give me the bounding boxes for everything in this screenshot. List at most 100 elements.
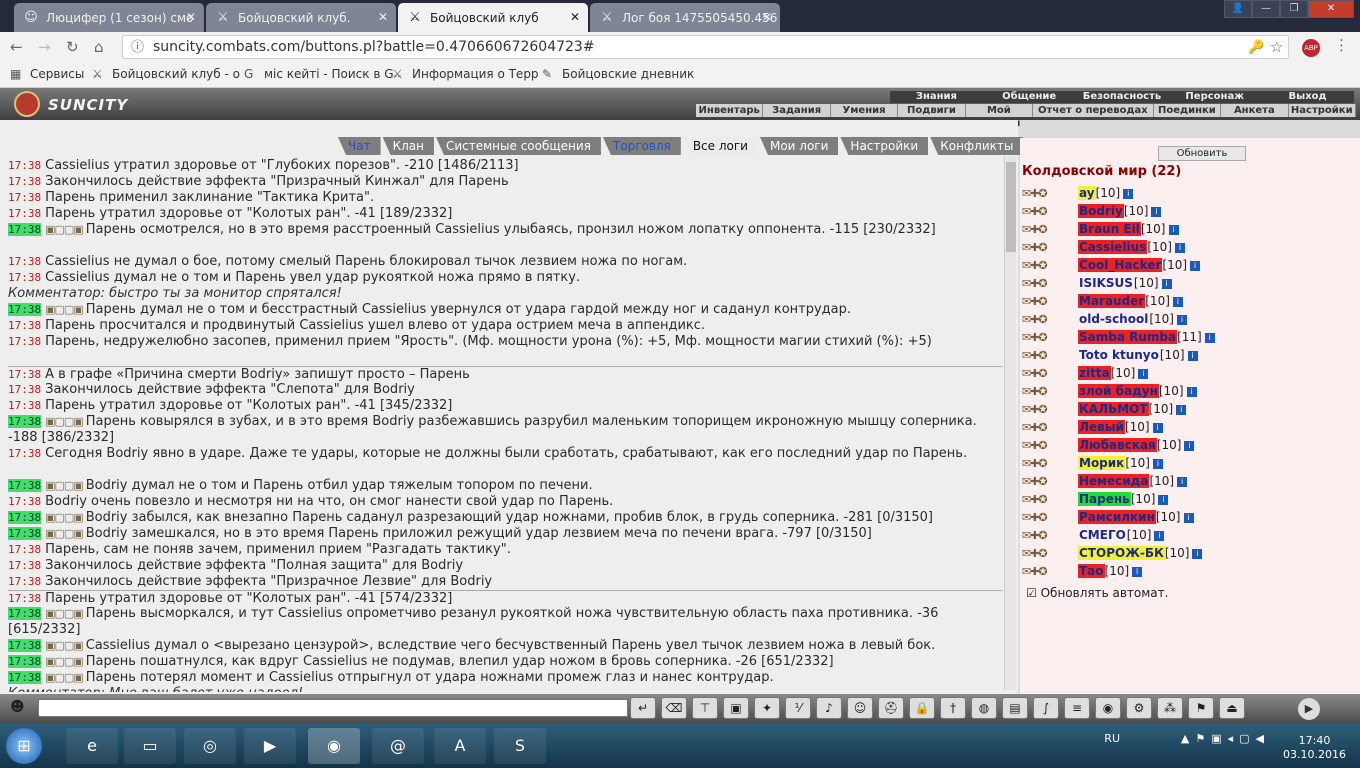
user-row[interactable]: ✉✚✪ злой бадун[10] i [1022, 382, 1358, 400]
submenu-feats[interactable]: Подвиги [898, 104, 966, 117]
bookmark-search[interactable]: Gміс кейті - Поиск в G [244, 67, 394, 81]
smile-icon[interactable]: ☻ [10, 699, 25, 715]
user-row[interactable]: ✉✚✪ zitta[10] i [1022, 364, 1358, 382]
user-name[interactable]: Cassielius [1078, 240, 1148, 254]
star-icon[interactable]: ☆ [1270, 38, 1283, 56]
reload-icon[interactable]: ↻ [66, 38, 79, 56]
info-icon[interactable]: i [1138, 368, 1149, 379]
log-scrollbar[interactable] [1004, 156, 1016, 690]
close-icon[interactable]: ✕ [186, 10, 196, 24]
key-icon[interactable]: 🔑 [1248, 40, 1264, 55]
user-row[interactable]: ✉✚✪ Samba Rumba[11] i [1022, 328, 1358, 346]
refresh-button[interactable]: Обновить [1158, 146, 1246, 161]
user-name[interactable]: Рамсилкин [1078, 510, 1156, 524]
sound-icon[interactable]: ♪ [816, 697, 842, 719]
user-row[interactable]: ✉✚✪ Cassielius[10] i [1022, 238, 1358, 256]
user-name[interactable]: Toto ktunyo [1078, 348, 1160, 362]
close-icon[interactable]: ✕ [378, 10, 388, 24]
submenu-fights[interactable]: Поединки [1154, 104, 1222, 117]
user-row[interactable]: ✉✚✪ СТОРОЖ-БК[10] i [1022, 544, 1358, 562]
checkbox-icon[interactable]: ☑ [1026, 586, 1037, 600]
info-icon[interactable]: i [1177, 476, 1188, 487]
menu-communication[interactable]: Общение [983, 91, 1076, 103]
user-name[interactable]: ay [1078, 186, 1096, 200]
maximize-button[interactable]: ❐ [1280, 0, 1308, 18]
menu-security[interactable]: Безопасность [1076, 91, 1169, 103]
chrome-icon[interactable]: ◉ [308, 728, 360, 764]
user-badges-icon[interactable]: ✉✚✪ [1022, 509, 1078, 527]
info-icon[interactable]: i [1186, 386, 1197, 397]
filter-icon[interactable]: ⊤ [692, 697, 718, 719]
close-icon[interactable]: ✕ [570, 10, 580, 24]
info-icon[interactable]: i [1152, 422, 1163, 433]
user-name[interactable]: СТОРОЖ-БК [1078, 546, 1165, 560]
chest-icon[interactable]: ▤ [1002, 697, 1028, 719]
user-row[interactable]: ✉✚✪ Braun Eil[10] i [1022, 220, 1358, 238]
user-name[interactable]: Cool_Hacker [1078, 258, 1163, 272]
user-row[interactable]: ✉✚✪ Морик[10] i [1022, 454, 1358, 472]
browser-tab-1[interactable]: ☺ Люцифер (1 сезон) смо ✕ [14, 3, 204, 32]
scrollbar-thumb[interactable] [1006, 162, 1016, 252]
user-row[interactable]: ✉✚✪ Любавская[10] i [1022, 436, 1358, 454]
user-name[interactable]: СМЕГО [1078, 528, 1127, 542]
user-name[interactable]: Левый [1078, 420, 1125, 434]
user-name[interactable]: Немесида [1078, 474, 1150, 488]
home-icon[interactable]: ⌂ [94, 38, 104, 56]
ammo-icon[interactable]: ≡ [1064, 697, 1090, 719]
user-badges-icon[interactable]: ✉✚✪ [1022, 491, 1078, 509]
user-row[interactable]: ✉✚✪ Toto ktunyo[10] i [1022, 346, 1358, 364]
exit-icon[interactable]: ⏏ [1219, 697, 1245, 719]
eraser-icon[interactable]: ⌫ [661, 697, 687, 719]
submenu-skills[interactable]: Умения [831, 104, 899, 117]
info-icon[interactable]: i [1161, 278, 1172, 289]
explorer-icon[interactable]: ▭ [124, 728, 176, 764]
user-icon[interactable]: 👤 [1224, 0, 1252, 18]
user-badges-icon[interactable]: ✉✚✪ [1022, 257, 1078, 275]
user-badges-icon[interactable]: ✉✚✪ [1022, 527, 1078, 545]
scroll-icon[interactable]: ∫ [1033, 697, 1059, 719]
user-badges-icon[interactable]: ✉✚✪ [1022, 239, 1078, 257]
tab-clan[interactable]: Клан [382, 137, 434, 155]
submenu-settings[interactable]: Настройки [1289, 104, 1356, 117]
fraction-icon[interactable]: ⅟ [785, 697, 811, 719]
menu-exit[interactable]: Выход [1261, 91, 1354, 103]
info-icon[interactable]: i [1183, 512, 1194, 523]
minimize-button[interactable]: — [1252, 0, 1280, 18]
user-badges-icon[interactable]: ✉✚✪ [1022, 311, 1078, 329]
user-badges-icon[interactable]: ✉✚✪ [1022, 293, 1078, 311]
user-name[interactable]: Samba Rumba [1078, 330, 1178, 344]
save-icon[interactable]: ▣ [723, 697, 749, 719]
user-row[interactable]: ✉✚✪ Тао[10] i [1022, 562, 1358, 580]
media-player-icon[interactable]: ▶ [244, 728, 296, 764]
tab-chat[interactable]: Чат [338, 137, 381, 155]
tab-settings[interactable]: Настройки [840, 137, 929, 155]
user-badges-icon[interactable]: ✉✚✪ [1022, 545, 1078, 563]
menu-knowledge[interactable]: Знания [890, 91, 983, 103]
user-badges-icon[interactable]: ✉✚✪ [1022, 563, 1078, 581]
user-badges-icon[interactable]: ✉✚✪ [1022, 383, 1078, 401]
info-icon[interactable]: i [1176, 314, 1187, 325]
menu-icon[interactable]: ⋮ [1334, 36, 1349, 54]
info-icon[interactable]: i [1168, 224, 1179, 235]
user-row[interactable]: ✉✚✪ old-school[10] i [1022, 310, 1358, 328]
enter-icon[interactable]: ↵ [630, 697, 656, 719]
auto-update-option[interactable]: ☑ Обновлять автомат. [1026, 586, 1168, 600]
info-icon[interactable]: i [1184, 440, 1195, 451]
bookmark-fight-club[interactable]: ⚔ Бойцовский клуб - о [92, 67, 240, 81]
user-name[interactable]: old-school [1078, 312, 1149, 326]
user-row[interactable]: ✉✚✪ Bodriy[10] i [1022, 202, 1358, 220]
user-name[interactable]: злой бадун [1078, 384, 1159, 398]
lock-icon[interactable]: 🔒 [909, 697, 935, 719]
back-icon[interactable]: ← [10, 38, 23, 56]
info-icon[interactable]: i [1190, 260, 1201, 271]
emoji-icon[interactable]: ☺ [847, 697, 873, 719]
knife-icon[interactable]: † [940, 697, 966, 719]
user-badges-icon[interactable]: ✉✚✪ [1022, 221, 1078, 239]
user-row[interactable]: ✉✚✪ Левый[10] i [1022, 418, 1358, 436]
submenu-profile[interactable]: Анкета [1221, 104, 1289, 117]
play-icon[interactable]: ▶ [1298, 698, 1320, 720]
user-name[interactable]: КАЛЬМОТ [1078, 402, 1149, 416]
browser-tab-4[interactable]: ⚔ Лог боя 1475505450.456 ✕ [590, 3, 780, 32]
info-icon[interactable]: ⓘ [131, 37, 144, 58]
user-name[interactable]: Тао [1078, 564, 1105, 578]
